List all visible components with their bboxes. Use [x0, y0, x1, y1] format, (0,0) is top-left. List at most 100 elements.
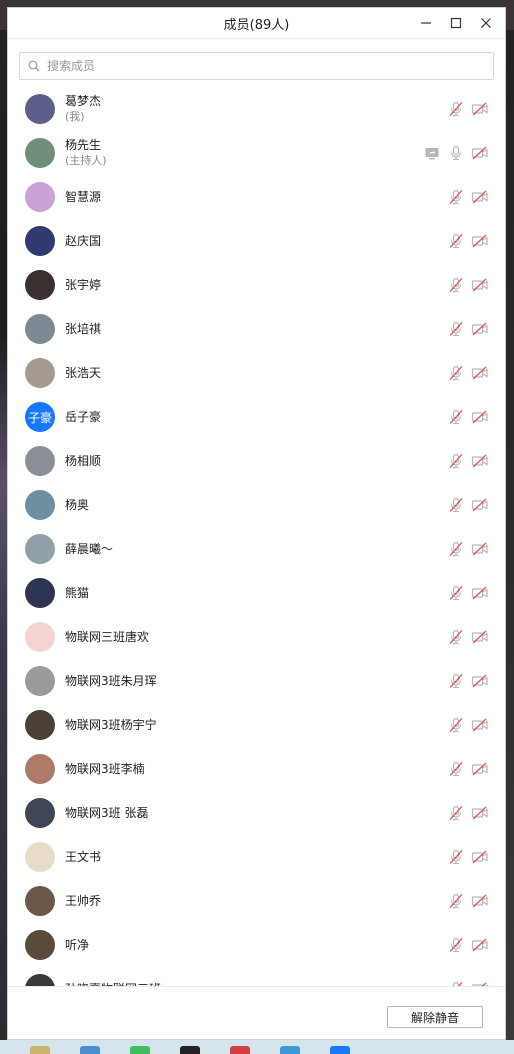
- microphone-muted-icon[interactable]: [447, 848, 465, 866]
- avatar: [25, 534, 55, 564]
- unmute-all-button[interactable]: 解除静音: [387, 1006, 483, 1028]
- member-row[interactable]: 孙晓嘉物联网三班: [8, 967, 505, 987]
- camera-off-icon[interactable]: [471, 628, 489, 646]
- member-row[interactable]: 智慧源: [8, 175, 505, 219]
- camera-off-icon[interactable]: [471, 188, 489, 206]
- taskbar-app-icon[interactable]: [280, 1046, 300, 1054]
- member-controls: [447, 936, 489, 954]
- search-input[interactable]: [45, 58, 493, 74]
- microphone-muted-icon[interactable]: [447, 320, 465, 338]
- microphone-icon[interactable]: [447, 144, 465, 162]
- member-info: 智慧源: [65, 189, 101, 205]
- member-name: 薛晨曦～: [65, 542, 114, 556]
- camera-off-icon[interactable]: [471, 848, 489, 866]
- camera-off-icon[interactable]: [471, 804, 489, 822]
- microphone-muted-icon[interactable]: [447, 716, 465, 734]
- camera-off-icon[interactable]: [471, 584, 489, 602]
- member-controls: [447, 100, 489, 118]
- camera-off-icon[interactable]: [471, 144, 489, 162]
- camera-off-icon[interactable]: [471, 408, 489, 426]
- avatar: [25, 886, 55, 916]
- member-row[interactable]: 赵庆国: [8, 219, 505, 263]
- avatar: [25, 226, 55, 256]
- microphone-muted-icon[interactable]: [447, 892, 465, 910]
- member-row[interactable]: 物联网3班李楠: [8, 747, 505, 791]
- camera-off-icon[interactable]: [471, 452, 489, 470]
- title-bar: 成员(89人): [8, 8, 505, 39]
- camera-off-icon[interactable]: [471, 540, 489, 558]
- member-row[interactable]: 杨先生 (主持人): [8, 131, 505, 175]
- member-info: 熊猫: [65, 585, 89, 601]
- background-desktop-right: [506, 30, 514, 1040]
- member-row[interactable]: 听净: [8, 923, 505, 967]
- close-button[interactable]: [471, 8, 501, 38]
- window-title: 成员(89人): [223, 17, 290, 33]
- avatar: [25, 446, 55, 476]
- camera-off-icon[interactable]: [471, 276, 489, 294]
- avatar: [25, 930, 55, 960]
- camera-off-icon[interactable]: [471, 364, 489, 382]
- member-row[interactable]: 物联网三班唐欢: [8, 615, 505, 659]
- microphone-muted-icon[interactable]: [447, 408, 465, 426]
- search-box[interactable]: [19, 52, 494, 80]
- window-controls: [411, 8, 501, 38]
- member-row[interactable]: 张培祺: [8, 307, 505, 351]
- microphone-muted-icon[interactable]: [447, 100, 465, 118]
- screen-share-icon[interactable]: [423, 144, 441, 162]
- member-controls: [447, 540, 489, 558]
- camera-off-icon[interactable]: [471, 320, 489, 338]
- avatar: [25, 578, 55, 608]
- avatar: [25, 138, 55, 168]
- camera-off-icon[interactable]: [471, 232, 489, 250]
- taskbar-app-icon[interactable]: [80, 1046, 100, 1054]
- member-row[interactable]: 物联网3班杨宇宁: [8, 703, 505, 747]
- microphone-muted-icon[interactable]: [447, 452, 465, 470]
- camera-off-icon[interactable]: [471, 716, 489, 734]
- taskbar-app-icon[interactable]: [180, 1046, 200, 1054]
- avatar: [25, 270, 55, 300]
- camera-off-icon[interactable]: [471, 892, 489, 910]
- microphone-muted-icon[interactable]: [447, 232, 465, 250]
- camera-off-icon[interactable]: [471, 936, 489, 954]
- member-row[interactable]: 张宇婷: [8, 263, 505, 307]
- member-row[interactable]: 杨奥: [8, 483, 505, 527]
- member-row[interactable]: 熊猫: [8, 571, 505, 615]
- minimize-button[interactable]: [411, 8, 441, 38]
- member-info: 张培祺: [65, 321, 101, 337]
- taskbar-app-icon[interactable]: [30, 1046, 50, 1054]
- member-row[interactable]: 杨相顺: [8, 439, 505, 483]
- microphone-muted-icon[interactable]: [447, 760, 465, 778]
- camera-off-icon[interactable]: [471, 496, 489, 514]
- microphone-muted-icon[interactable]: [447, 276, 465, 294]
- member-row[interactable]: 薛晨曦～: [8, 527, 505, 571]
- microphone-muted-icon[interactable]: [447, 584, 465, 602]
- member-row[interactable]: 王帅乔: [8, 879, 505, 923]
- camera-off-icon[interactable]: [471, 100, 489, 118]
- microphone-muted-icon[interactable]: [447, 804, 465, 822]
- microphone-muted-icon[interactable]: [447, 936, 465, 954]
- microphone-muted-icon[interactable]: [447, 188, 465, 206]
- member-row[interactable]: 张浩天: [8, 351, 505, 395]
- camera-off-icon[interactable]: [471, 672, 489, 690]
- microphone-muted-icon[interactable]: [447, 672, 465, 690]
- member-info: 赵庆国: [65, 233, 101, 249]
- microphone-muted-icon[interactable]: [447, 628, 465, 646]
- avatar: [25, 622, 55, 652]
- member-row[interactable]: 物联网3班 张磊: [8, 791, 505, 835]
- taskbar-app-icon[interactable]: [130, 1046, 150, 1054]
- taskbar-app-icon[interactable]: [330, 1046, 350, 1054]
- close-icon: [481, 18, 491, 28]
- member-row[interactable]: 子豪 岳子豪: [8, 395, 505, 439]
- member-list[interactable]: 葛梦杰 (我) 杨先生 (主持人) 智慧源赵庆国张宇婷张培祺张浩天 子豪 岳子豪 杨相顺 杨奥薛…: [8, 87, 505, 987]
- microphone-muted-icon[interactable]: [447, 540, 465, 558]
- microphone-muted-icon[interactable]: [447, 496, 465, 514]
- member-name: 熊猫: [65, 586, 90, 600]
- maximize-button[interactable]: [441, 8, 471, 38]
- avatar: 子豪: [25, 402, 55, 432]
- camera-off-icon[interactable]: [471, 760, 489, 778]
- member-row[interactable]: 葛梦杰 (我): [8, 87, 505, 131]
- member-row[interactable]: 王文书: [8, 835, 505, 879]
- microphone-muted-icon[interactable]: [447, 364, 465, 382]
- member-row[interactable]: 物联网3班朱月珲: [8, 659, 505, 703]
- taskbar-app-icon[interactable]: [230, 1046, 250, 1054]
